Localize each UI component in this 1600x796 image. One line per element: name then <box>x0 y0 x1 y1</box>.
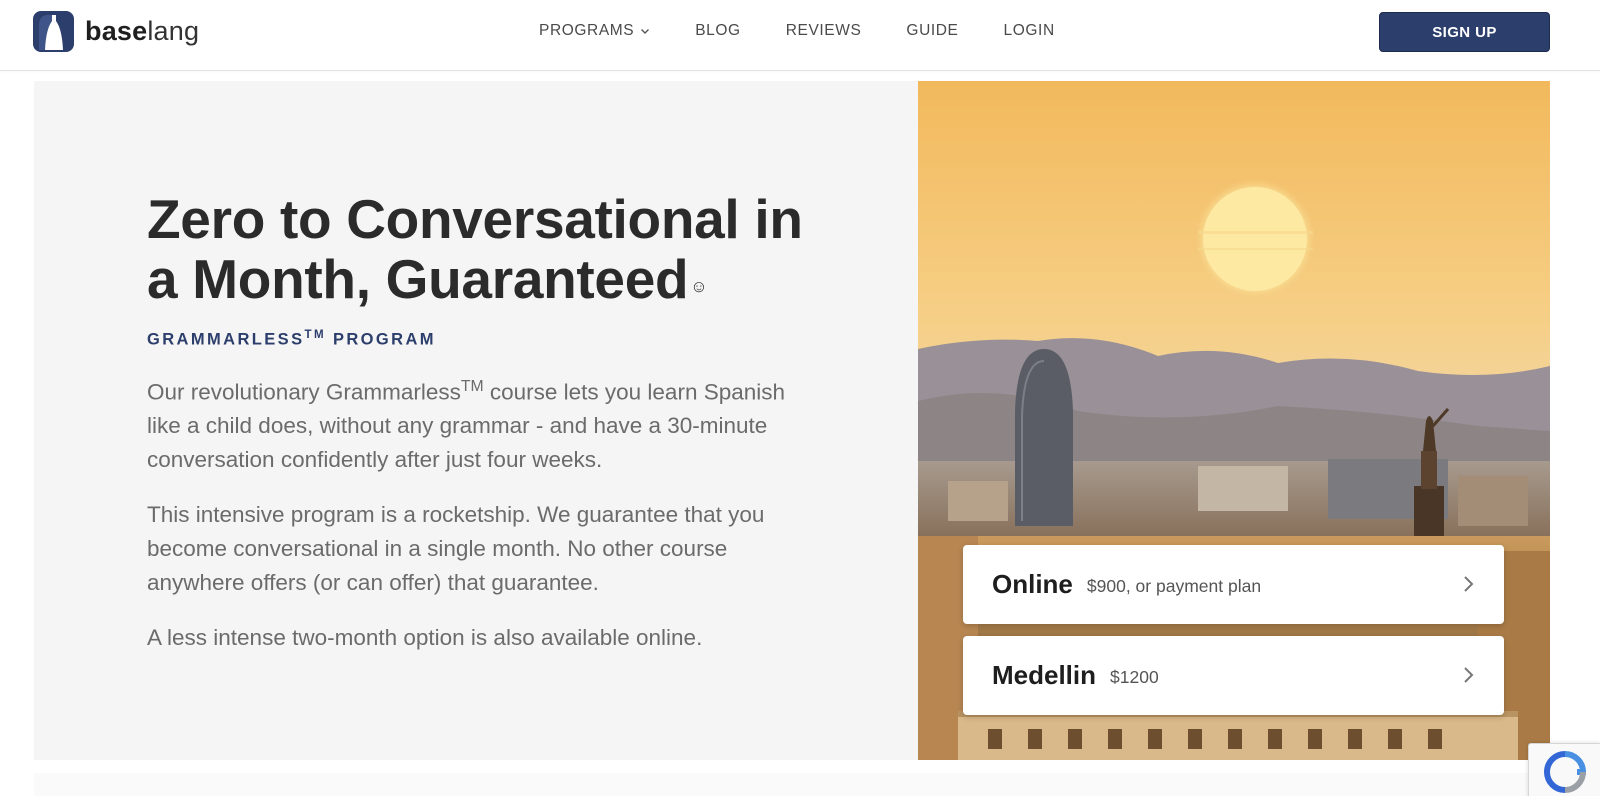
hero-paragraph-2: This intensive program is a rocketship. … <box>147 502 765 595</box>
program-eyebrow: GRAMMARLESSTM PROGRAM <box>147 329 807 350</box>
eyebrow-suffix: PROGRAM <box>325 330 436 349</box>
sign-up-button[interactable]: SIGN UP <box>1379 12 1550 52</box>
trademark-mark: TM <box>460 377 484 395</box>
option-price: $1200 <box>1110 667 1159 687</box>
hero-paragraph-3: A less intense two-month option is also … <box>147 625 703 650</box>
chevron-right-icon <box>1464 576 1474 592</box>
smiley-icon: ☺ <box>690 277 708 296</box>
nav-item-reviews[interactable]: REVIEWS <box>786 20 862 42</box>
nav-item-programs[interactable]: PROGRAMS <box>539 20 650 42</box>
hero-copy: Zero to Conversational in a Month, Guara… <box>147 189 807 655</box>
nav-item-login[interactable]: LOGIN <box>1004 20 1055 42</box>
brand-wordmark: baselang <box>85 18 199 45</box>
chevron-right-icon <box>1464 667 1474 683</box>
option-name: Medellin <box>992 660 1097 690</box>
program-option-online[interactable]: Online $900, or payment plan <box>963 545 1504 624</box>
brand-logo[interactable]: baselang <box>33 11 199 52</box>
recaptcha-badge[interactable] <box>1528 743 1600 796</box>
recaptcha-icon <box>1543 751 1587 793</box>
nav-item-blog[interactable]: BLOG <box>695 20 740 42</box>
baselang-logo-icon <box>33 11 74 52</box>
site-header: baselang PROGRAMS BLOG REVIEWS GUIDE LOG… <box>0 0 1600 71</box>
option-price: $900, or payment plan <box>1086 576 1262 596</box>
program-option-medellin[interactable]: Medellin $1200 <box>963 636 1504 715</box>
nav-item-label: LOGIN <box>1003 22 1055 39</box>
brand-name-bold: base <box>85 16 148 46</box>
nav-item-label: BLOG <box>695 22 741 39</box>
page-title: Zero to Conversational in a Month, Guara… <box>147 189 807 309</box>
nav-item-guide[interactable]: GUIDE <box>906 20 958 42</box>
nav-item-label: REVIEWS <box>785 22 862 39</box>
chevron-down-icon <box>641 29 650 34</box>
trademark-mark: TM <box>304 329 326 341</box>
next-section-edge <box>34 773 1550 796</box>
option-name: Online <box>992 569 1073 599</box>
main-nav: PROGRAMS BLOG REVIEWS GUIDE LOGIN <box>539 20 1100 42</box>
paragraph-text: Our revolutionary Grammarless <box>147 379 461 404</box>
eyebrow-text: GRAMMARLESS <box>147 330 305 349</box>
hero-paragraph-1: Our revolutionary GrammarlessTM course l… <box>147 370 807 478</box>
brand-name-light: lang <box>147 16 200 46</box>
nav-item-label: PROGRAMS <box>539 22 635 39</box>
nav-item-label: GUIDE <box>906 22 959 39</box>
